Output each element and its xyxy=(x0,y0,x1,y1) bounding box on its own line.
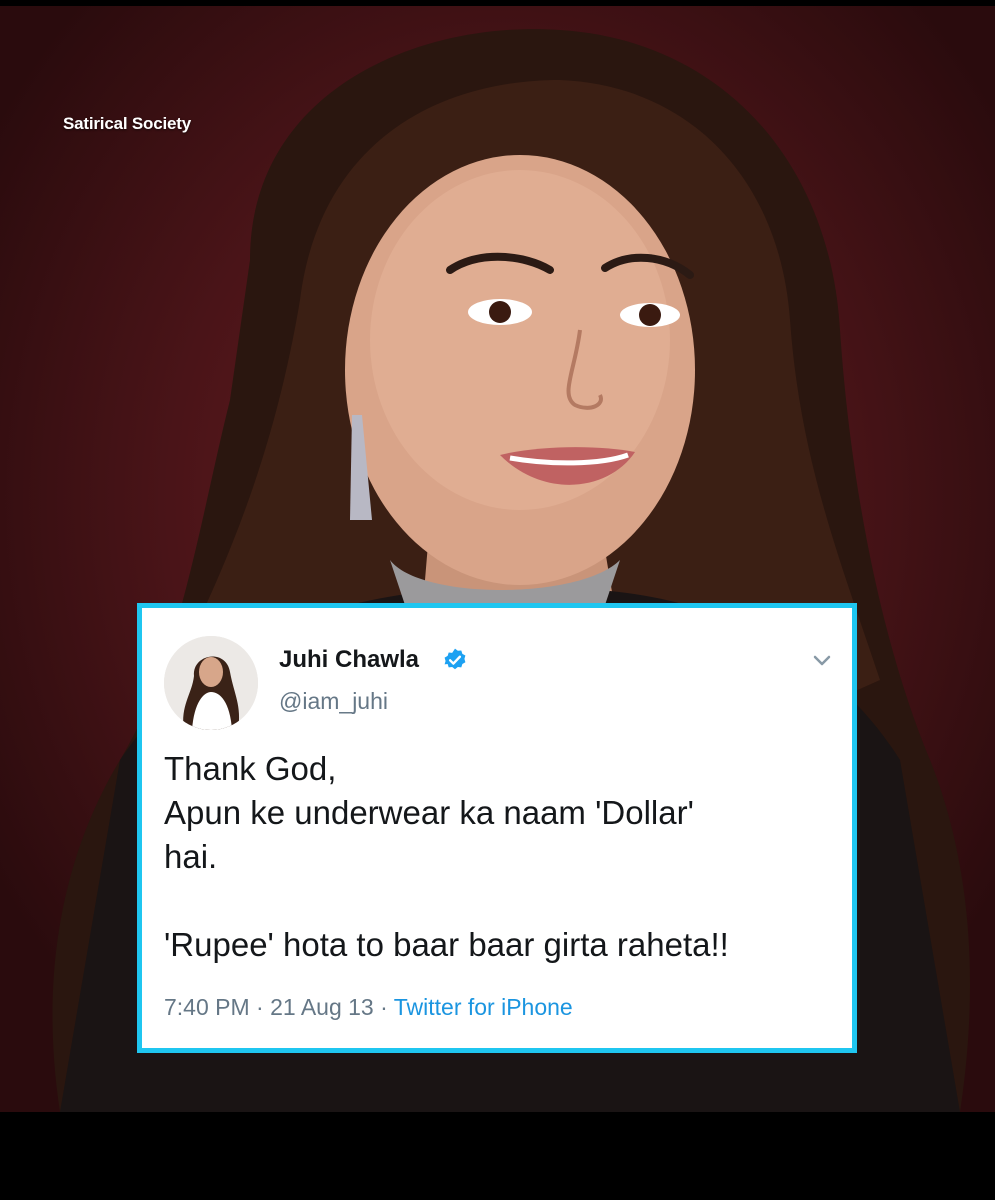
tweet-date[interactable]: 21 Aug 13 xyxy=(270,994,374,1020)
avatar[interactable] xyxy=(164,636,258,730)
meta-separator: · xyxy=(249,994,271,1020)
tweet-source-link[interactable]: Twitter for iPhone xyxy=(394,994,573,1020)
tweet-text: Thank God, Apun ke underwear ka naam 'Do… xyxy=(164,750,729,963)
avatar-image xyxy=(164,636,258,730)
watermark-label: Satirical Society xyxy=(63,114,191,133)
handle[interactable]: @iam_juhi xyxy=(279,688,388,715)
tweet-time[interactable]: 7:40 PM xyxy=(164,994,250,1020)
meta-separator: · xyxy=(373,994,394,1020)
chevron-down-icon[interactable] xyxy=(812,654,832,668)
bottom-band xyxy=(0,1112,995,1200)
display-name[interactable]: Juhi Chawla xyxy=(279,646,419,674)
verified-badge-icon xyxy=(444,648,466,670)
tweet-card[interactable]: Juhi Chawla @iam_juhi Thank God, Apun ke… xyxy=(137,603,857,1053)
tweet-meta: 7:40 PM · 21 Aug 13 · Twitter for iPhone xyxy=(164,994,573,1021)
